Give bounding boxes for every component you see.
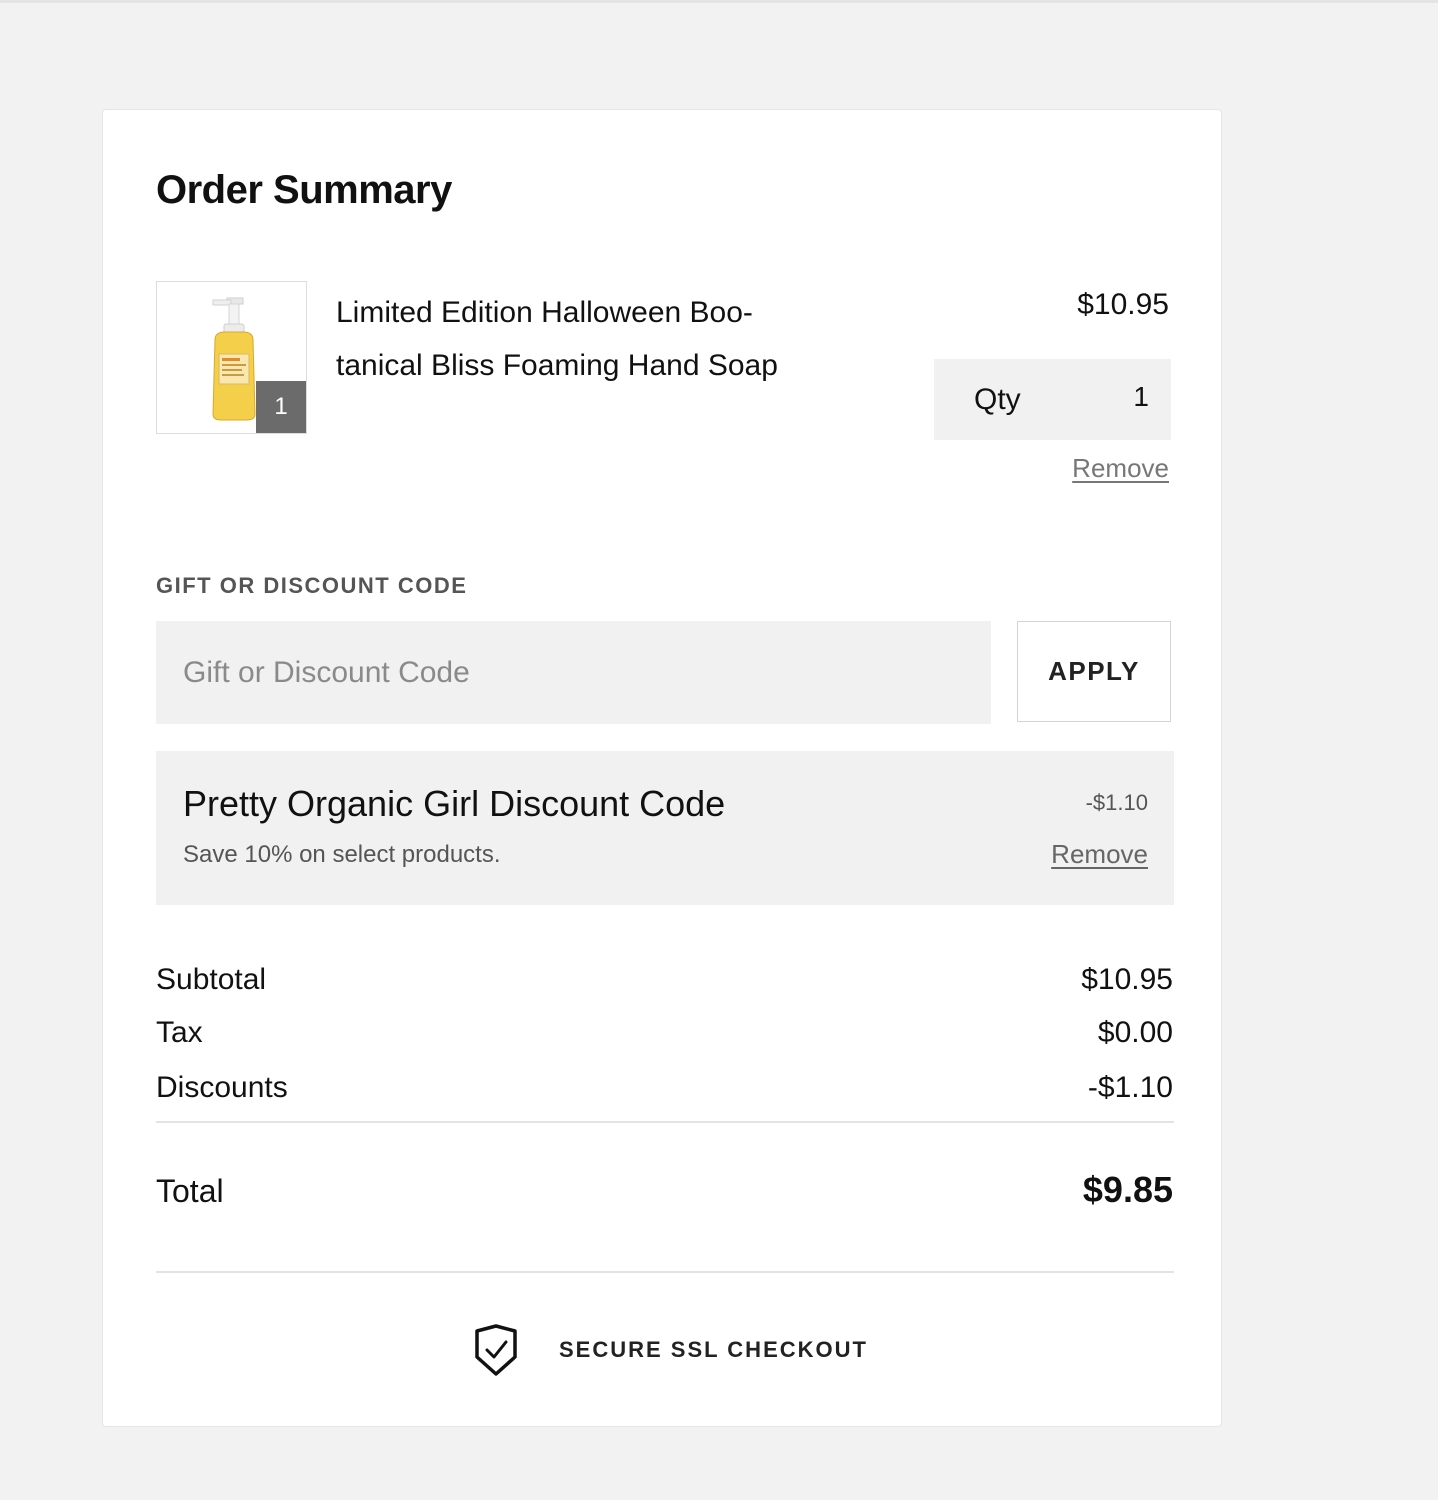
- secure-checkout-label: SECURE SSL CHECKOUT: [559, 1337, 868, 1362]
- product-price: $10.95: [1077, 288, 1169, 321]
- product-thumbnail[interactable]: 1: [156, 281, 307, 434]
- discounts-value: -$1.10: [1087, 1071, 1173, 1104]
- order-summary-title: Order Summary: [156, 168, 452, 212]
- discount-code-input[interactable]: [156, 621, 991, 724]
- order-summary-card: Order Summary 1 Limited Edition Hallowee…: [102, 109, 1222, 1427]
- applied-code-name: Pretty Organic Girl Discount Code: [183, 783, 726, 824]
- remove-discount-link[interactable]: Remove: [1051, 839, 1148, 870]
- product-name[interactable]: Limited Edition Halloween Boo- tanical B…: [336, 286, 876, 392]
- applied-code-description: Save 10% on select products.: [183, 841, 501, 868]
- product-name-line-2: tanical Bliss Foaming Hand Soap: [336, 349, 778, 382]
- secure-checkout-badge: SECURE SSL CHECKOUT: [473, 1322, 868, 1378]
- totals-divider: [156, 1121, 1174, 1123]
- apply-button[interactable]: APPLY: [1017, 621, 1171, 722]
- applied-code-amount: -$1.10: [1085, 790, 1148, 815]
- discount-code-label: GIFT OR DISCOUNT CODE: [156, 573, 468, 598]
- quantity-field[interactable]: Qty 1: [934, 359, 1171, 440]
- remove-item-link[interactable]: Remove: [1072, 453, 1169, 484]
- tax-value: $0.00: [1097, 1016, 1173, 1049]
- footer-divider: [156, 1271, 1174, 1273]
- quantity-badge: 1: [256, 381, 306, 433]
- subtotal-value: $10.95: [1081, 963, 1173, 996]
- discounts-label: Discounts: [156, 1071, 288, 1104]
- applied-discount-code: Pretty Organic Girl Discount Code Save 1…: [156, 751, 1174, 905]
- total-label: Total: [156, 1173, 224, 1209]
- quantity-value[interactable]: 1: [1133, 381, 1149, 413]
- total-value: $9.85: [1082, 1169, 1173, 1210]
- product-name-line-1: Limited Edition Halloween Boo-: [336, 296, 753, 329]
- quantity-label: Qty: [974, 383, 1021, 416]
- page-top-border: [0, 0, 1438, 3]
- shield-check-icon: [475, 1324, 517, 1376]
- tax-label: Tax: [156, 1016, 203, 1049]
- subtotal-label: Subtotal: [156, 963, 267, 996]
